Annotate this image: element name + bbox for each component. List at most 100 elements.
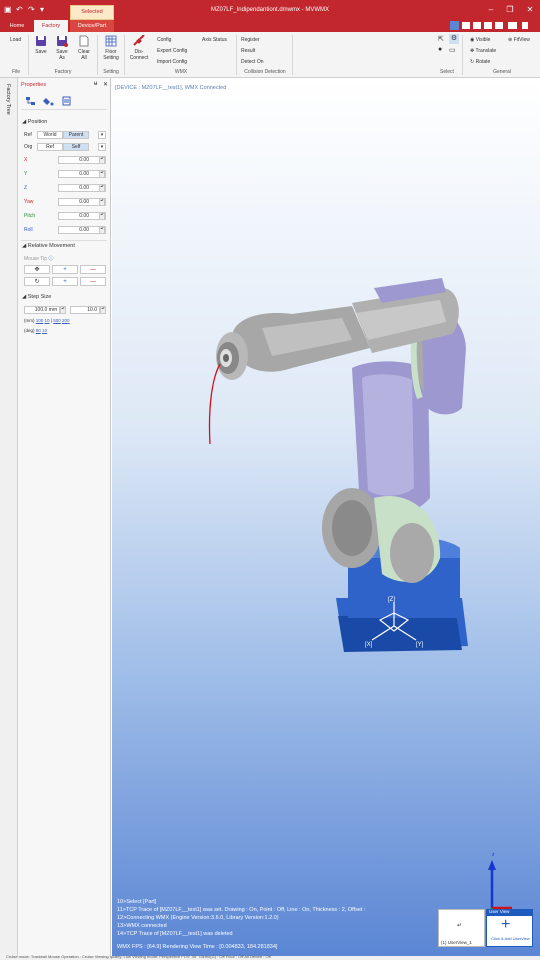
- mm-preset-500[interactable]: 500: [53, 318, 61, 323]
- step-size-header[interactable]: ◢ Step Size: [22, 294, 51, 300]
- group-setting-label: Setting: [103, 69, 119, 75]
- translate-button[interactable]: ✥ Translate: [470, 48, 496, 54]
- minus-icon: —: [90, 267, 96, 273]
- field-x-label: X: [24, 157, 28, 163]
- property-tool-icons[interactable]: [26, 96, 86, 106]
- user-view-title: User View: [487, 909, 532, 916]
- save-as-button[interactable]: Save As: [52, 35, 72, 61]
- result-button[interactable]: Result: [241, 48, 255, 54]
- save-icon: [36, 36, 46, 46]
- fps-readout: WMX FPS : [64.9] Rendering View Time : […: [117, 944, 278, 950]
- log-line-12: 12>Connecting WMX (Engine Version:3.6.0,…: [117, 915, 279, 921]
- restore-button[interactable]: ❐: [502, 5, 518, 14]
- field-y-spinner[interactable]: ▴▾: [99, 170, 105, 178]
- ribbon: Load Save Save As Clear All Floor Settin…: [0, 32, 540, 78]
- disconnect-button[interactable]: Dis- Connect: [127, 34, 151, 61]
- document-icon: [62, 96, 71, 106]
- plus-icon: +: [501, 916, 511, 933]
- close-icon[interactable]: ✕: [103, 81, 108, 88]
- mm-preset-10[interactable]: 10: [45, 318, 50, 323]
- properties-header: Properties ᵾ ✕: [18, 78, 111, 91]
- deg-preset-10[interactable]: 10: [42, 328, 47, 333]
- properties-panel: Properties ᵾ ✕ ◢ Position Ref World Pare…: [18, 78, 111, 956]
- robot-scene[interactable]: [Z] [X] [Y] z: [112, 78, 540, 956]
- close-button[interactable]: ✕: [522, 5, 538, 14]
- view-layout-icons[interactable]: [450, 21, 536, 30]
- pointer-select-icon[interactable]: ⇱: [438, 35, 444, 43]
- robot-lower-arm[interactable]: [322, 361, 441, 583]
- detect-on-button[interactable]: Detect On: [241, 59, 264, 65]
- floor-setting-button[interactable]: Floor Setting: [100, 35, 122, 61]
- rotate-button[interactable]: ↻ Rotate: [470, 59, 490, 65]
- group-select-label: Select: [440, 69, 454, 75]
- save-button[interactable]: Save: [31, 35, 51, 55]
- step-mm-spinner[interactable]: ▴▾: [60, 306, 66, 314]
- 3d-viewport[interactable]: [DEVICE : MZ07LF__test1], WMX Connected: [112, 78, 540, 956]
- org-self-option[interactable]: Self: [63, 143, 89, 151]
- field-roll-spinner[interactable]: ▴▾: [99, 226, 105, 234]
- tab-home[interactable]: Home: [4, 20, 30, 32]
- register-button[interactable]: Register: [241, 37, 260, 43]
- move-minus-button[interactable]: —: [80, 265, 106, 274]
- field-y-label: Y: [24, 171, 28, 177]
- config-button[interactable]: Config: [157, 37, 171, 43]
- rotate-mode-button[interactable]: ↻: [24, 277, 50, 286]
- field-yaw-spinner[interactable]: ▴▾: [99, 198, 105, 206]
- info-icon: ⓘ: [48, 256, 54, 262]
- visible-button[interactable]: ◉ Visible: [470, 37, 490, 43]
- load-button[interactable]: Load: [10, 37, 21, 43]
- export-config-button[interactable]: Export Config: [157, 48, 187, 54]
- rotate-minus-button[interactable]: —: [80, 277, 106, 286]
- move-mode-button[interactable]: ✥: [24, 265, 50, 274]
- ref-label: Ref: [24, 132, 32, 138]
- arrow-cursor-icon: ↵: [457, 923, 463, 929]
- ref-parent-option[interactable]: Parent: [63, 131, 89, 139]
- gizmo-z-label: [Z]: [388, 597, 395, 603]
- fit-view-button[interactable]: ⊕ FitView: [508, 37, 530, 43]
- factory-tree-strip[interactable]: Factory Tree: [0, 78, 18, 956]
- ref-dropdown[interactable]: ▾: [98, 131, 106, 139]
- log-line-11: 11>TCP Trace of [MZ07LF__test1] was set.…: [117, 907, 366, 913]
- plus-icon: +: [63, 279, 67, 285]
- move-plus-button[interactable]: +: [52, 265, 78, 274]
- dot-select-icon[interactable]: ●: [438, 46, 442, 53]
- org-label: Org: [24, 144, 33, 150]
- ribbon-tabs: Home Factory Device/Part: [0, 20, 540, 32]
- log-line-14: 14>TCP Trace of [MZ07LF__test1] was dele…: [117, 931, 233, 937]
- log-line-10: 10>Select [Part]: [117, 899, 157, 905]
- field-pitch-spinner[interactable]: ▴▾: [99, 212, 105, 220]
- mm-preset-200[interactable]: 200: [62, 318, 70, 323]
- add-user-view-button[interactable]: User View + Click & Add UserView: [486, 909, 533, 947]
- eye-icon: ◉: [470, 37, 475, 43]
- org-ref-option[interactable]: Ref: [37, 143, 63, 151]
- window-title: MZ07LF_Indipendantiont.dmwmx - MVWMX: [210, 7, 330, 13]
- monitor-icon[interactable]: ▭: [449, 46, 456, 54]
- step-deg-input[interactable]: 10.0: [70, 306, 100, 314]
- rotate-plus-button[interactable]: +: [52, 277, 78, 286]
- rotate-arrow-icon: ↻: [34, 279, 40, 285]
- field-z-spinner[interactable]: ▴▾: [99, 184, 105, 192]
- step-deg-spinner[interactable]: ▴▾: [100, 306, 106, 314]
- ref-world-option[interactable]: World: [37, 131, 63, 139]
- org-dropdown[interactable]: ▾: [98, 143, 106, 151]
- user-view-1-thumb[interactable]: ↵ (1) UserView_1: [438, 909, 485, 947]
- relative-movement-header[interactable]: ◢ Relative Movement: [22, 243, 75, 249]
- group-factory-label: Factory: [54, 69, 72, 75]
- tcp-trace-line: [208, 363, 221, 445]
- pin-icon[interactable]: ᵾ: [94, 81, 97, 87]
- minimize-button[interactable]: –: [483, 5, 499, 14]
- tab-device-part[interactable]: Device/Part: [70, 20, 114, 32]
- mm-preset-100[interactable]: 100: [36, 318, 44, 323]
- gear-icon[interactable]: ⚙: [449, 34, 459, 44]
- axis-status-button[interactable]: Axis Status: [202, 37, 227, 43]
- svg-text:z: z: [492, 852, 495, 858]
- robot-wrist[interactable]: [216, 306, 370, 380]
- deg-preset-90[interactable]: 90: [36, 328, 41, 333]
- field-x-spinner[interactable]: ▴▾: [99, 156, 105, 164]
- clear-all-button[interactable]: Clear All: [74, 35, 94, 61]
- factory-tree-label: Factory Tree: [5, 84, 11, 115]
- import-config-button[interactable]: Import Config: [157, 59, 187, 65]
- tab-factory[interactable]: Factory: [34, 20, 68, 32]
- step-mm-input[interactable]: 100.0 mm: [24, 306, 60, 314]
- position-section-header[interactable]: ◢ Position: [22, 119, 47, 125]
